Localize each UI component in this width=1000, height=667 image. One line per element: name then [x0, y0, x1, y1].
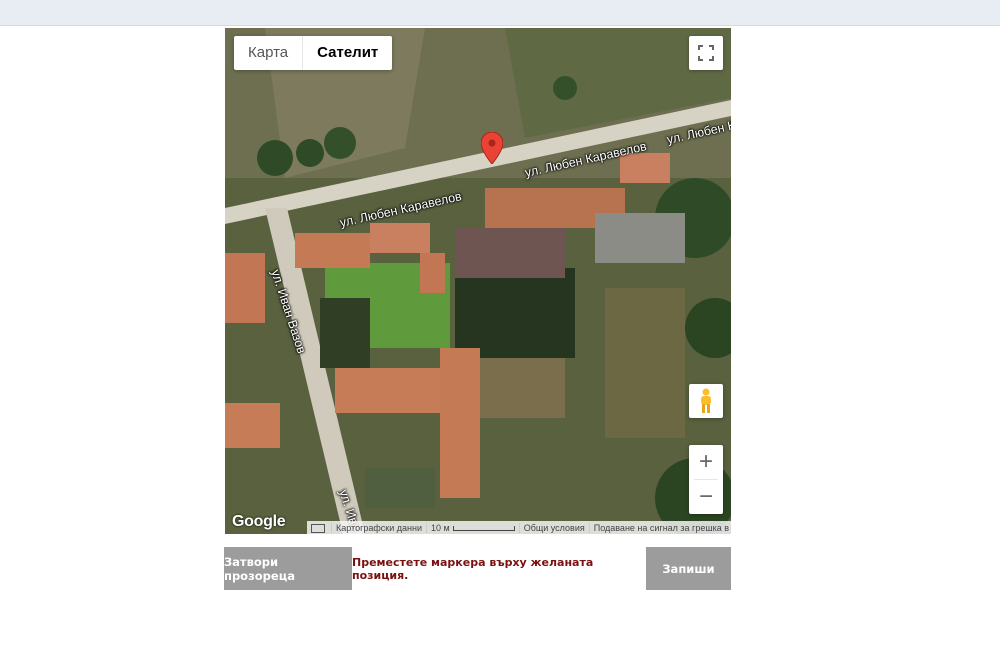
satellite-imagery [225, 28, 731, 534]
google-logo[interactable]: Google [232, 513, 286, 531]
zoom-control: + − [689, 445, 723, 514]
close-window-button[interactable]: Затвори прозореца [224, 547, 352, 590]
report-error-link[interactable]: Подаване на сигнал за грешка в картата [588, 522, 731, 533]
map-data-link[interactable]: Картографски данни [331, 522, 426, 533]
terms-link[interactable]: Общи условия [518, 522, 589, 533]
map-type-satellite-button[interactable]: Сателит [303, 36, 392, 70]
street-view-button[interactable] [689, 384, 723, 418]
scale-label: 10 м [430, 522, 450, 533]
scale-bar-icon [452, 525, 515, 531]
location-marker-icon[interactable] [481, 132, 503, 164]
fullscreen-button[interactable] [689, 36, 723, 70]
scale-control[interactable]: 10 м [425, 522, 519, 533]
map-attribution-bar: Картографски данни 10 м Общи условия Под… [307, 521, 731, 534]
instruction-message: Преместете маркера върху желаната позици… [352, 555, 594, 582]
browser-top-bar [0, 0, 1000, 26]
pegman-icon [701, 388, 711, 413]
map-view[interactable]: ул. Любен Каравелов ул. Любен Каравелов … [225, 28, 731, 534]
keyboard-shortcuts-icon[interactable] [307, 522, 331, 533]
zoom-in-button[interactable]: + [689, 445, 723, 479]
map-type-control: Карта Сателит [234, 36, 393, 70]
fullscreen-icon [698, 45, 714, 61]
map-type-map-button[interactable]: Карта [234, 36, 304, 70]
zoom-out-button[interactable]: − [689, 480, 723, 514]
save-button[interactable]: Запиши [646, 547, 731, 590]
